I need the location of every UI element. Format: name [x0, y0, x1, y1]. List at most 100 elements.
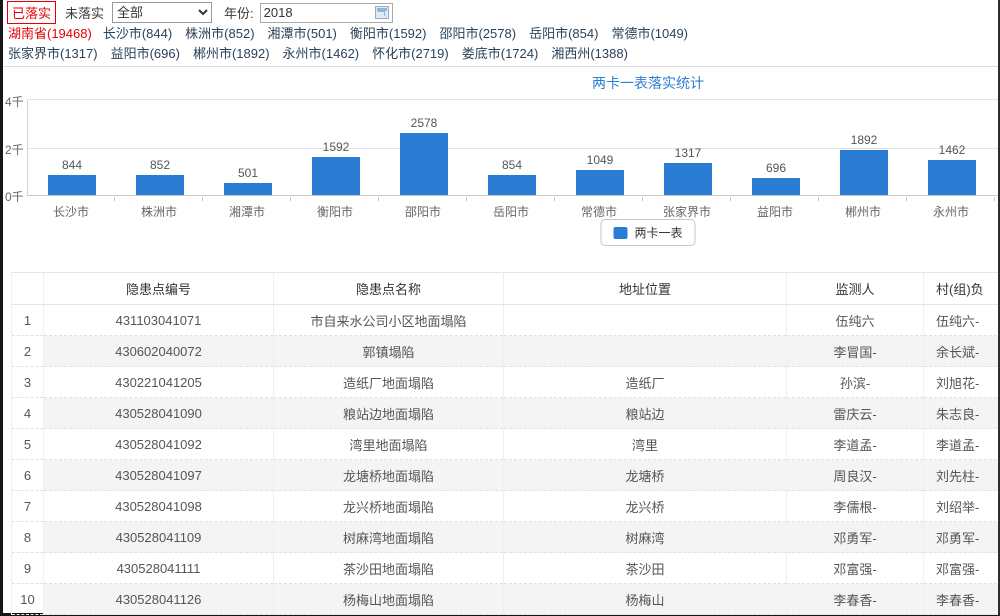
table-row: 5430528041092湾里地面塌陷湾里李道孟-李道孟-	[12, 429, 999, 460]
province-link[interactable]: 湖南省(19468)	[8, 26, 92, 41]
cell-monitor: 李冒国-	[787, 336, 924, 367]
x-axis-tick	[291, 197, 379, 201]
cell-code: 430528041090	[44, 398, 274, 429]
cell-row-number: 5	[12, 429, 44, 460]
x-axis-label: 邵阳市	[379, 203, 467, 220]
bar	[664, 163, 712, 195]
table-header-cell: 监测人	[787, 273, 924, 305]
cell-village: 余长斌-	[924, 336, 999, 367]
cell-row-number: 7	[12, 491, 44, 522]
x-axis-tick	[819, 197, 907, 201]
table-row: 7430528041098龙兴桥地面塌陷龙兴桥李儒根-刘绍举-	[12, 491, 999, 522]
bar-value-label: 852	[150, 158, 170, 172]
cell-address: 粮站边	[504, 398, 787, 429]
bar	[48, 175, 96, 195]
hazard-table-container: 隐患点编号隐患点名称地址位置监测人村(组)负 1431103041071市自来水…	[11, 272, 998, 615]
tab-implemented[interactable]: 已落实	[7, 1, 56, 24]
city-link[interactable]: 郴州市(1892)	[193, 46, 270, 61]
cell-name: 粮站边地面塌陷	[274, 398, 504, 429]
x-axis-tick	[731, 197, 819, 201]
cell-name: 湾里地面塌陷	[274, 429, 504, 460]
cell-row-number: 4	[12, 398, 44, 429]
x-axis-tick	[467, 197, 555, 201]
bar-value-label: 2578	[411, 116, 438, 130]
cell-village: 李春香-	[924, 584, 999, 615]
legend-label: 两卡一表	[634, 224, 682, 241]
bar-value-label: 844	[62, 158, 82, 172]
bar-value-label: 1592	[323, 140, 350, 154]
cell-code: 430528041126	[44, 584, 274, 615]
city-link[interactable]: 益阳市(696)	[111, 46, 180, 61]
city-link[interactable]: 湘潭市(501)	[268, 26, 337, 41]
region-links-line1: 湖南省(19468) 长沙市(844) 株洲市(852) 湘潭市(501) 衡阳市(15…	[8, 24, 998, 44]
x-axis-tick	[203, 197, 291, 201]
city-link[interactable]: 株洲市(852)	[185, 26, 254, 41]
x-axis-label: 益阳市	[731, 203, 819, 220]
city-link[interactable]: 常德市(1049)	[611, 26, 688, 41]
calendar-icon[interactable]	[375, 6, 389, 19]
cell-monitor: 李儒根-	[787, 491, 924, 522]
cell-name: 茶沙田地面塌陷	[274, 553, 504, 584]
cell-name: 郭镇塌陷	[274, 336, 504, 367]
cell-name: 龙兴桥地面塌陷	[274, 491, 504, 522]
bar-value-label: 1049	[587, 153, 614, 167]
bar-slot: 1049	[556, 153, 644, 195]
cell-name: 造纸厂地面塌陷	[274, 367, 504, 398]
bar	[136, 175, 184, 195]
year-input[interactable]	[264, 5, 375, 20]
top-toolbar: 已落实 未落实 全部 年份:	[3, 0, 998, 24]
city-link[interactable]: 衡阳市(1592)	[350, 26, 427, 41]
cell-code: 430528041111	[44, 553, 274, 584]
city-link[interactable]: 邵阳市(2578)	[439, 26, 516, 41]
cell-monitor: 伍纯六	[787, 305, 924, 336]
cell-village: 邓勇军-	[924, 522, 999, 553]
bar	[840, 150, 888, 195]
bar-slot: 854	[468, 158, 556, 195]
x-axis-label: 郴州市	[819, 203, 907, 220]
city-link[interactable]: 永州市(1462)	[283, 46, 360, 61]
city-link[interactable]: 岳阳市(854)	[529, 26, 598, 41]
cell-row-number: 9	[12, 553, 44, 584]
x-axis-label: 长沙市	[27, 203, 115, 220]
city-link[interactable]: 娄底市(1724)	[462, 46, 539, 61]
bar	[488, 175, 536, 195]
y-axis-tick: 2千	[5, 141, 24, 158]
city-link[interactable]: 怀化市(2719)	[372, 46, 449, 61]
city-link[interactable]: 湘西州(1388)	[551, 46, 628, 61]
cell-address: 湾里	[504, 429, 787, 460]
plot-area: 844852501159225788541049131769618921462	[27, 100, 998, 196]
cell-village: 朱志良-	[924, 398, 999, 429]
legend-item[interactable]: 两卡一表	[600, 219, 695, 246]
cell-code: 430528041109	[44, 522, 274, 553]
tab-not-implemented[interactable]: 未落实	[65, 3, 104, 22]
city-link[interactable]: 长沙市(844)	[103, 26, 172, 41]
cell-address	[504, 336, 787, 367]
cell-address: 树麻湾	[504, 522, 787, 553]
bar-slot: 852	[116, 158, 204, 195]
bar	[224, 183, 272, 195]
cell-address: 杨梅山	[504, 584, 787, 615]
cell-monitor: 周良汉-	[787, 460, 924, 491]
table-row: 1431103041071市自来水公司小区地面塌陷伍纯六伍纯六-	[12, 305, 999, 336]
cell-village: 刘旭花-	[924, 367, 999, 398]
cell-village: 伍纯六-	[924, 305, 999, 336]
table-header-cell: 村(组)负	[924, 273, 999, 305]
city-link[interactable]: 张家界市(1317)	[8, 46, 98, 61]
x-axis-label: 岳阳市	[467, 203, 555, 220]
cell-village: 李道孟-	[924, 429, 999, 460]
cell-monitor: 邓勇军-	[787, 522, 924, 553]
cell-code: 430528041098	[44, 491, 274, 522]
table-header-row: 隐患点编号隐患点名称地址位置监测人村(组)负	[12, 273, 999, 305]
cell-village: 刘绍举-	[924, 491, 999, 522]
x-axis-label: 张家界市	[643, 203, 731, 220]
bar-value-label: 696	[766, 161, 786, 175]
bar	[312, 157, 360, 195]
bar-value-label: 1892	[851, 133, 878, 147]
filter-select[interactable]: 全部	[112, 2, 212, 23]
bar-slot: 1317	[644, 146, 732, 195]
cell-address	[504, 305, 787, 336]
region-links: 湖南省(19468) 长沙市(844) 株洲市(852) 湘潭市(501) 衡阳市(15…	[3, 24, 998, 64]
cell-name: 杨梅山地面塌陷	[274, 584, 504, 615]
bar-slot: 1592	[292, 140, 380, 195]
year-label: 年份:	[224, 3, 254, 22]
